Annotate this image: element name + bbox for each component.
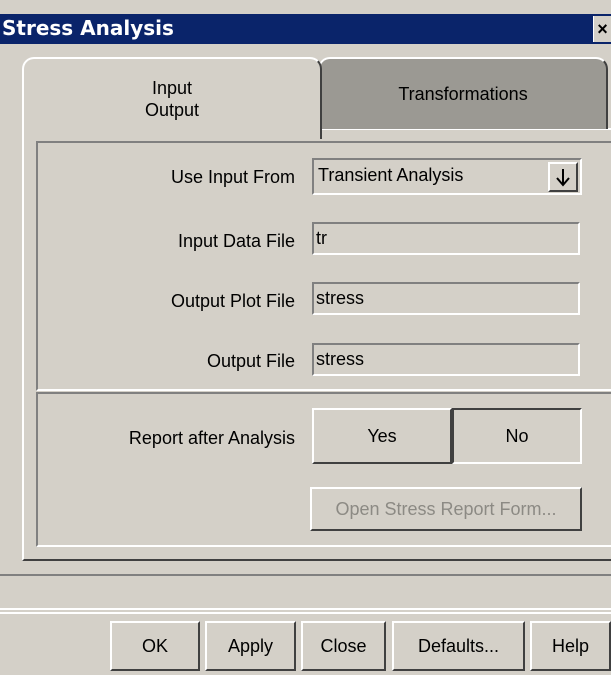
title-bar: Stress Analysis × xyxy=(0,14,611,44)
tab-transformations[interactable]: Transformations xyxy=(318,57,608,129)
input-data-file-label: Input Data File xyxy=(177,231,295,251)
status-bar xyxy=(0,574,611,610)
arrow-down-icon[interactable] xyxy=(548,162,578,192)
close-button[interactable]: Close xyxy=(301,621,386,671)
use-input-from-select[interactable]: Transient Analysis xyxy=(312,158,582,195)
output-plot-file-label: Output Plot File xyxy=(170,291,295,311)
report-after-analysis-label: Report after Analysis xyxy=(128,428,295,448)
window-title: Stress Analysis xyxy=(2,16,174,40)
output-file-field[interactable]: stress xyxy=(312,343,580,376)
tab-transformations-label: Transformations xyxy=(398,84,528,104)
apply-button[interactable]: Apply xyxy=(205,621,296,671)
use-input-from-label: Use Input From xyxy=(170,167,295,187)
close-window-icon[interactable]: × xyxy=(593,16,611,42)
open-stress-report-form-button[interactable]: Open Stress Report Form... xyxy=(310,487,582,531)
report-no-button[interactable]: No xyxy=(452,408,582,464)
tab-input-output[interactable]: Input Output xyxy=(22,57,322,139)
tab-input-output-line1: Input xyxy=(151,78,193,98)
divider xyxy=(0,612,611,614)
ok-button[interactable]: OK xyxy=(110,621,200,671)
input-data-file-field[interactable]: tr xyxy=(312,222,580,255)
use-input-from-value: Transient Analysis xyxy=(318,165,464,185)
stress-analysis-dialog: Stress Analysis × Input Output Transform… xyxy=(0,0,611,675)
help-button[interactable]: Help xyxy=(530,621,611,671)
report-yes-button[interactable]: Yes xyxy=(312,408,452,464)
output-file-label: Output File xyxy=(206,351,295,371)
tab-input-output-line2: Output xyxy=(144,100,200,120)
output-plot-file-field[interactable]: stress xyxy=(312,282,580,315)
defaults-button[interactable]: Defaults... xyxy=(392,621,525,671)
